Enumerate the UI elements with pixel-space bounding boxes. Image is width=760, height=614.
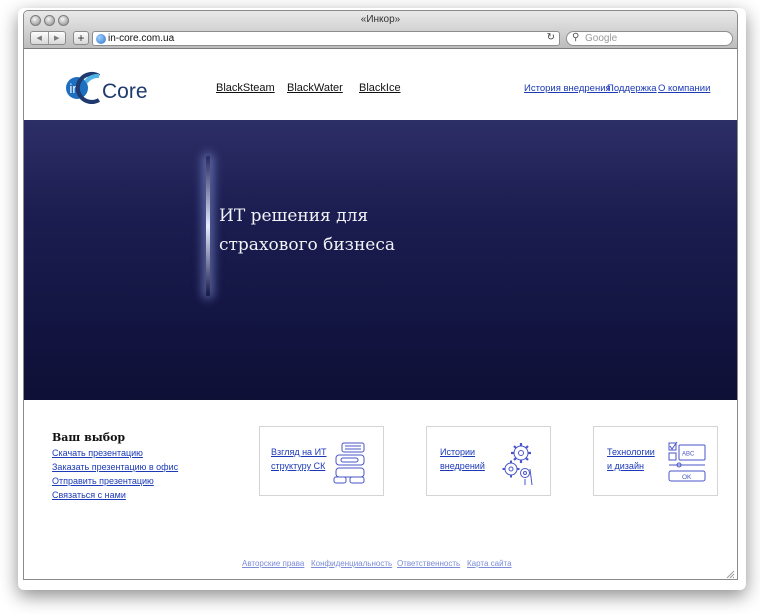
contact-us-link[interactable]: Связаться с нами: [52, 490, 126, 500]
stack-icon: [333, 442, 365, 484]
card-it-structure[interactable]: Взгляд на ИТ структуру СК: [259, 426, 384, 496]
download-presentation-link[interactable]: Скачать презентацию: [52, 448, 143, 458]
card-it-structure-label[interactable]: Взгляд на ИТ структуру СК: [271, 445, 327, 473]
card-implementations[interactable]: Истории внедрений: [426, 426, 551, 496]
back-button[interactable]: ◀: [31, 32, 48, 44]
forward-button[interactable]: ▶: [47, 32, 66, 44]
window-title: «Инкор»: [360, 14, 401, 25]
card-technologies-line-1[interactable]: Технологии: [607, 445, 655, 459]
history-buttons: ◀ ▶: [30, 31, 66, 45]
address-bar[interactable]: in-core.com.ua ↻: [92, 31, 560, 46]
resize-grip-icon[interactable]: [726, 570, 735, 579]
hero-banner: ИТ решения для страхового бизнеса: [24, 120, 737, 400]
footer-privacy-link[interactable]: Конфиденциальность: [311, 559, 392, 568]
logo-core-text: Core: [102, 80, 148, 103]
card-technologies-line-2[interactable]: и дизайн: [607, 459, 655, 473]
nav-link-history[interactable]: История внедрения: [524, 83, 611, 94]
search-icon: ⚲: [572, 32, 580, 43]
card-technologies[interactable]: Технологии и дизайн ABC OK: [593, 426, 718, 496]
order-presentation-link[interactable]: Заказать презентацию в офис: [52, 462, 178, 472]
send-presentation-link[interactable]: Отправить презентацию: [52, 476, 154, 486]
abc-field-text: ABC: [682, 452, 695, 458]
choice-heading: Ваш выбор: [52, 431, 126, 444]
ok-button-text: OK: [682, 474, 692, 481]
card-it-structure-line-2[interactable]: структуру СК: [271, 459, 327, 473]
card-technologies-label[interactable]: Технологии и дизайн: [607, 445, 655, 473]
card-implementations-line-1[interactable]: Истории: [440, 445, 485, 459]
add-bookmark-button[interactable]: +: [73, 31, 89, 45]
card-implementations-label[interactable]: Истории внедрений: [440, 445, 485, 473]
browser-window: «Инкор» ◀ ▶ + in-core.com.ua ↻ ⚲ Google …: [23, 10, 738, 580]
url-text[interactable]: in-core.com.ua: [108, 33, 174, 44]
footer-responsibility-link[interactable]: Ответственность: [397, 559, 460, 568]
nav-link-blackice[interactable]: BlackIce: [359, 82, 401, 94]
browser-toolbar: «Инкор» ◀ ▶ + in-core.com.ua ↻ ⚲ Google: [24, 11, 737, 49]
hero-line-2: страхового бизнеса: [219, 235, 396, 255]
card-implementations-line-2[interactable]: внедрений: [440, 459, 485, 473]
nav-link-about[interactable]: О компании: [658, 83, 710, 94]
hero-heading: ИТ решения для страхового бизнеса: [219, 202, 395, 260]
search-field[interactable]: ⚲ Google: [566, 31, 733, 46]
footer-sitemap-link[interactable]: Карта сайта: [467, 559, 512, 568]
card-it-structure-line-1[interactable]: Взгляд на ИТ: [271, 445, 327, 459]
footer-copyright-link[interactable]: Авторские права: [242, 559, 304, 568]
incore-logo[interactable]: in Core: [66, 68, 148, 104]
logo-c-accent: [84, 73, 100, 84]
light-streak: [206, 156, 210, 296]
site-globe-icon: [96, 34, 106, 44]
nav-link-support[interactable]: Поддержка: [607, 83, 657, 94]
web-page: in Core BlackSteam BlackWater BlackIce И…: [24, 50, 737, 579]
ui-form-icon: ABC OK: [668, 441, 706, 482]
search-placeholder: Google: [585, 33, 618, 44]
nav-link-blacksteam[interactable]: BlackSteam: [216, 82, 275, 94]
reload-icon[interactable]: ↻: [547, 32, 555, 43]
nav-link-blackwater[interactable]: BlackWater: [287, 82, 343, 94]
gears-icon: [502, 443, 533, 486]
hero-line-1: ИТ решения для: [219, 206, 369, 226]
